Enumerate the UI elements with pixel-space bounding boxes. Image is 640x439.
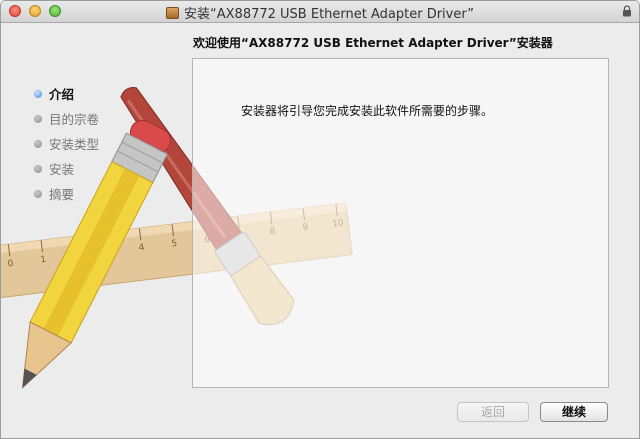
step-dot-icon xyxy=(34,139,42,148)
installer-window: 安装“AX88772 USB Ethernet Adapter Driver” … xyxy=(0,0,640,439)
ruler-number: 5 xyxy=(171,239,178,250)
step-introduction: 介绍 xyxy=(34,81,99,106)
title-bar: 安装“AX88772 USB Ethernet Adapter Driver” xyxy=(1,1,639,23)
step-install: 安装 xyxy=(34,156,99,181)
back-button[interactable]: 返回 xyxy=(457,402,529,422)
step-destination: 目的宗卷 xyxy=(34,106,99,131)
step-label: 安装类型 xyxy=(49,137,100,152)
steps-sidebar: 介绍 目的宗卷 安装类型 安装 摘要 xyxy=(34,81,99,206)
step-dot-icon xyxy=(34,114,42,123)
window-title-group: 安装“AX88772 USB Ethernet Adapter Driver” xyxy=(1,3,639,22)
intro-text: 安装器将引导您完成安装此软件所需要的步骤。 xyxy=(241,104,494,118)
step-install-type: 安装类型 xyxy=(34,131,99,156)
ruler-number: 1 xyxy=(40,255,47,266)
step-dot-icon xyxy=(34,164,42,173)
window-title: 安装“AX88772 USB Ethernet Adapter Driver” xyxy=(184,7,474,22)
step-label: 安装 xyxy=(49,162,75,177)
step-summary: 摘要 xyxy=(34,181,99,206)
content-panel: 安装器将引导您完成安装此软件所需要的步骤。 xyxy=(192,58,609,388)
step-label: 目的宗卷 xyxy=(49,112,100,127)
page-title: 欢迎使用“AX88772 USB Ethernet Adapter Driver… xyxy=(193,36,553,50)
lock-icon[interactable] xyxy=(622,5,632,17)
step-dot-icon xyxy=(34,189,42,198)
package-icon xyxy=(166,7,180,19)
step-label: 摘要 xyxy=(49,187,75,202)
step-label: 介绍 xyxy=(49,87,75,102)
step-dot-icon xyxy=(34,89,42,98)
continue-button[interactable]: 继续 xyxy=(540,402,608,422)
